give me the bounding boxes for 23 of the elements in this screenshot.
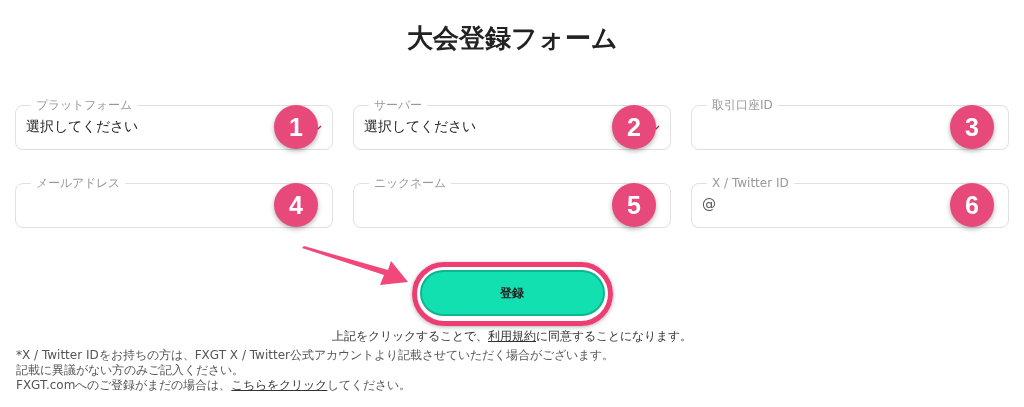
form-title: 大会登録フォーム bbox=[405, 22, 619, 54]
field-label: 取引口座ID bbox=[707, 98, 778, 112]
field-label: メールアドレス bbox=[31, 176, 125, 190]
number-badge: 4 bbox=[274, 183, 318, 227]
register-button[interactable]: 登録 bbox=[419, 270, 605, 316]
note-text: FXGT.comへのご登録がまだの場合は、こちらをクリック してください。 bbox=[16, 378, 413, 393]
agreement-text: 上記をクリックすることで、利用規約に同意することになります。 bbox=[331, 329, 693, 343]
select-value: 選択してください bbox=[364, 118, 476, 135]
number-badge: 6 bbox=[950, 183, 994, 227]
field-label: サーバー bbox=[369, 98, 427, 112]
input-prefix: @ bbox=[702, 196, 716, 213]
click-here-link[interactable]: こちらをクリック bbox=[231, 378, 328, 392]
number-badge: 3 bbox=[950, 105, 994, 149]
field-label: X / Twitter ID bbox=[707, 176, 794, 190]
number-badge: 5 bbox=[612, 183, 656, 227]
terms-link[interactable]: 利用規約 bbox=[488, 329, 536, 343]
field-label: プラットフォーム bbox=[31, 98, 137, 112]
note-text: *X / Twitter IDをお持ちの方は、FXGT X / Twitter公式アカウントより記載させていただく場合がございます。 bbox=[16, 348, 615, 363]
note-text: 記載に異議がない方のみご記入ください。 bbox=[16, 363, 245, 378]
field-label: ニックネーム bbox=[369, 176, 451, 190]
number-badge: 2 bbox=[612, 105, 656, 149]
number-badge: 1 bbox=[274, 105, 318, 149]
select-value: 選択してください bbox=[26, 118, 138, 135]
